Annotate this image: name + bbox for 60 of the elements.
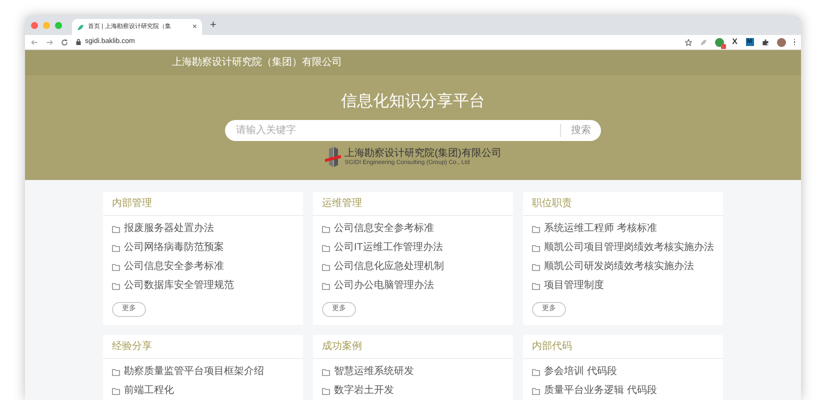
logo-name: 上海勘察设计研究院(集团)有限公司 [344,148,502,158]
avatar-icon[interactable] [776,38,786,46]
folder-icon [532,368,540,376]
folder-icon [322,388,330,394]
reload-icon[interactable] [61,38,68,46]
document-link[interactable]: 公司数据库安全管理规范 [124,281,234,291]
folder-icon [322,368,330,376]
leaf-icon [77,24,84,30]
document-link[interactable]: 公司信息化应急处理机制 [334,262,444,272]
document-link[interactable]: 项目管理制度 [544,281,604,291]
document-link[interactable]: 公司信息安全参考标准 [124,262,224,272]
section-title: 内部管理 [112,196,152,211]
puzzle-icon[interactable] [762,38,768,46]
document-link[interactable]: 顺凯公司研发岗绩效考核实施办法 [544,262,694,272]
new-tab-button[interactable]: + [210,20,216,31]
section-title: 成功案例 [322,340,362,354]
section-title: 运维管理 [322,196,362,211]
back-arrow-icon[interactable] [31,38,38,46]
document-link[interactable]: 勘察质量监管平台项目框架介绍 [124,367,264,377]
folder-icon [112,244,120,252]
section-title: 职位职责 [532,196,572,211]
lock-icon [76,39,81,45]
document-link[interactable]: 系统运维工程师 考核标准 [544,224,657,234]
document-link[interactable]: 公司网络病毒防范预案 [124,243,224,253]
folder-icon [532,244,540,252]
section-title: 经验分享 [112,340,152,354]
folder-icon [322,244,330,252]
folder-icon [112,264,120,270]
document-link[interactable]: 前端工程化 [124,386,174,396]
document-link[interactable]: 公司信息安全参考标准 [334,224,434,234]
folder-icon [322,226,330,232]
folder-icon [112,388,120,394]
document-link[interactable]: 公司办公电脑管理办法 [334,281,434,291]
document-link[interactable]: 数字岩土开发 [334,386,394,396]
folder-icon [532,388,540,394]
folder-icon [112,368,120,376]
document-link[interactable]: 报废服务器处置办法 [124,224,214,234]
section-title: 内部代码 [532,340,572,354]
logo-icon [324,147,341,167]
folder-icon [532,226,540,232]
star-icon[interactable] [685,38,692,46]
site-title: 上海勘察设计研究院（集团）有限公司 [172,56,342,70]
notification-badge [721,44,726,48]
folder-icon [532,264,540,270]
document-link[interactable]: 公司IT运维工作管理办法 [334,243,443,253]
folder-icon [322,264,330,270]
document-link[interactable]: 顺凯公司项目管理岗绩效考核实施办法 [544,243,714,253]
close-window-button[interactable] [31,22,38,29]
close-tab-button[interactable]: × [192,23,197,31]
forward-arrow-icon[interactable] [46,38,53,46]
document-link[interactable]: 智慧运维系统研发 [334,367,414,377]
folder-icon [112,226,120,232]
folder-icon [322,282,330,290]
folder-icon [112,282,120,290]
document-link[interactable]: 质量平台业务逻辑 代码段 [544,386,657,396]
extension-button[interactable]: X [732,38,738,46]
extension-icon[interactable] [715,38,724,46]
hero-title: 信息化知识分享平台 [341,94,485,110]
folder-icon [532,282,540,290]
document-link[interactable]: 参会培训 代码段 [544,367,617,377]
